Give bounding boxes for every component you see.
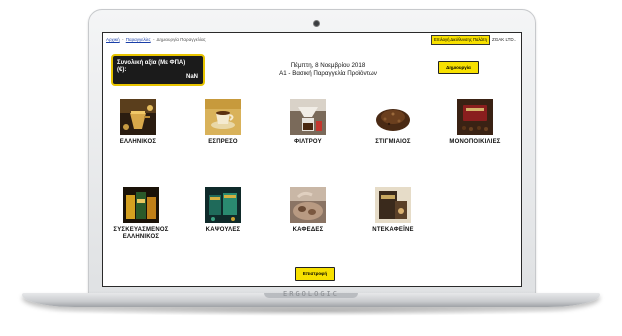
breadcrumb: Αρχική - Παραγγελίες - Δημιουργία Παραγγ… xyxy=(106,37,206,42)
category-label: ΝΤΕΚΑΦΕΪΝΕ xyxy=(372,227,414,233)
breadcrumb-orders-link[interactable]: Παραγγελίες xyxy=(126,37,151,42)
select-address-button[interactable]: Επιλογή Διεύθυνσης Παλάτη xyxy=(431,35,490,45)
breadcrumb-current: Δημιουργία Παραγγελίας xyxy=(156,37,206,42)
coffee-beans-image xyxy=(290,187,326,223)
breadcrumb-separator: - xyxy=(121,37,124,42)
create-order-button[interactable]: Δημιουργία xyxy=(438,61,479,74)
order-type-title: Α1 - Βασική Παραγγελία Προϊόντων xyxy=(279,69,377,77)
breadcrumb-home-link[interactable]: Αρχική xyxy=(106,37,120,42)
category-tile-instant[interactable]: ΣΤΙΓΜΙΑΙΟΣ xyxy=(358,99,428,146)
order-date: Πέμπτη, 8 Νοεμβρίου 2018 xyxy=(290,62,366,69)
single-origin-image xyxy=(457,99,493,135)
breadcrumb-separator: - xyxy=(152,37,155,42)
category-label: ΚΑΨΟΥΛΕΣ xyxy=(205,227,241,233)
category-label: ΕΛΛΗΝΙΚΟΣ xyxy=(119,139,157,145)
back-button[interactable]: Επιστροφή xyxy=(295,267,335,281)
company-name: ZGAK LTD.. xyxy=(492,37,517,42)
top-bar: Αρχική - Παραγγελίες - Δημιουργία Παραγγ… xyxy=(103,33,521,45)
order-heading: Πέμπτη, 8 Νοεμβρίου 2018 Α1 - Βασική Παρ… xyxy=(213,62,443,77)
order-total-label: Συνολική αξία (Με ΦΠΑ) (€): xyxy=(117,60,186,73)
laptop-shadow xyxy=(40,306,580,316)
category-label: ΣΤΙΓΜΙΑΙΟΣ xyxy=(375,139,411,145)
filter-coffee-image xyxy=(290,99,326,135)
instant-coffee-image xyxy=(375,99,411,135)
category-label: ΣΥΣΚΕΥΑΣΜΕΝΟΣ ΕΛΛΗΝΙΚΟΣ xyxy=(113,227,169,240)
app-screen: Αρχική - Παραγγελίες - Δημιουργία Παραγγ… xyxy=(102,32,522,287)
webcam-icon xyxy=(313,20,320,27)
greek-coffee-image xyxy=(120,99,156,135)
category-tile-capsules[interactable]: ΚΑΨΟΥΛΕΣ xyxy=(188,187,258,234)
capsules-image xyxy=(205,187,241,223)
category-label: ΚΑΦΕΔΕΣ xyxy=(292,227,324,233)
category-label: ΕΣΠΡΕΣΟ xyxy=(208,139,238,145)
category-tile-coffee-beans[interactable]: ΚΑΦΕΔΕΣ xyxy=(273,187,343,234)
category-tile-decaf[interactable]: ΝΤΕΚΑΦΕΪΝΕ xyxy=(358,187,428,234)
order-total-box: Συνολική αξία (Με ΦΠΑ) (€): NaN xyxy=(111,54,205,86)
packaged-greek-image xyxy=(123,187,159,223)
order-total-value: NaN xyxy=(185,74,198,80)
category-label: ΦΙΛΤΡΟΥ xyxy=(294,139,322,145)
category-tile-packaged-greek[interactable]: ΣΥΣΚΕΥΑΣΜΕΝΟΣ ΕΛΛΗΝΙΚΟΣ xyxy=(106,187,176,241)
category-label: ΜΟΝΟΠΟΙΚΙΛΙΕΣ xyxy=(449,139,501,145)
category-tile-greek[interactable]: ΕΛΛΗΝΙΚΟΣ xyxy=(103,99,173,146)
decaf-image xyxy=(375,187,411,223)
category-tile-single-origin[interactable]: ΜΟΝΟΠΟΙΚΙΛΙΕΣ xyxy=(440,99,510,146)
espresso-image xyxy=(205,99,241,135)
laptop-brand-logo: ERGOLOGIC xyxy=(283,290,339,298)
category-tile-filter[interactable]: ΦΙΛΤΡΟΥ xyxy=(273,99,343,146)
category-tile-espresso[interactable]: ΕΣΠΡΕΣΟ xyxy=(188,99,258,146)
